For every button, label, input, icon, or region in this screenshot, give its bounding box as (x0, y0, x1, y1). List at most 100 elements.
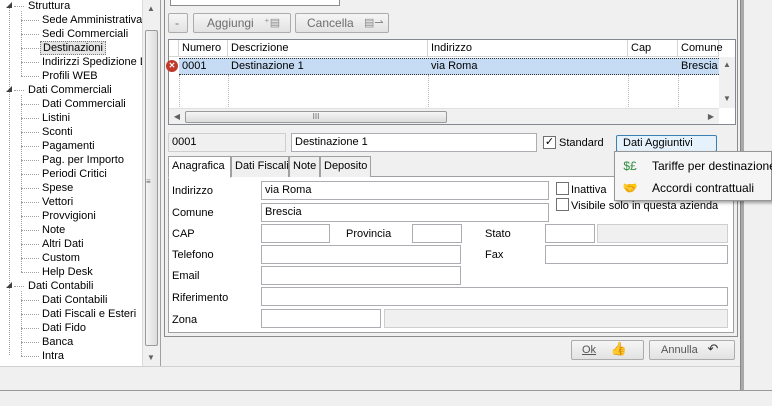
tree-group-label: Struttura (28, 0, 71, 12)
cap-label: CAP (172, 228, 195, 240)
scrollbar-grip-icon: III (312, 112, 320, 121)
grid-column-line (628, 75, 629, 109)
cell-descrizione: Destinazione 1 (231, 60, 304, 72)
tree-item-label: Intra (42, 350, 65, 362)
riferimento-label: Riferimento (172, 292, 229, 304)
thumbs-up-icon: 👍 (610, 341, 628, 356)
tree-item-label: Provvigioni (42, 210, 96, 222)
tree-connector (21, 95, 22, 272)
grid-column-line (228, 75, 229, 109)
provincia-field[interactable] (412, 224, 462, 243)
visibile-checkbox[interactable] (556, 198, 569, 211)
menu-item-accordi[interactable]: 🤝 Accordi contrattuali (617, 177, 771, 199)
scroll-down-arrow-icon[interactable]: ▼ (719, 91, 735, 107)
add-button[interactable]: Aggiungi ⁺▤ (193, 13, 291, 33)
delete-row-icon: ▤⇀ (364, 17, 384, 29)
grid-column-line (428, 75, 429, 109)
scroll-left-arrow-icon[interactable]: ◀ (169, 109, 185, 124)
indirizzo-field[interactable]: via Roma (261, 181, 549, 200)
scroll-down-arrow-icon[interactable]: ▼ (143, 349, 159, 366)
tree-scrollbar[interactable]: ▲ ≡ ▼ (142, 0, 159, 366)
delete-button-label: Cancella (307, 16, 354, 30)
add-button-label: Aggiungi (207, 16, 254, 30)
tariff-icon: $£ (623, 159, 637, 173)
tree-item-label: Custom (42, 252, 80, 264)
grid-header-cap[interactable]: Cap (628, 40, 678, 57)
tab-note[interactable]: Note (289, 156, 320, 177)
riferimento-field[interactable] (261, 287, 728, 306)
grid-header-comune[interactable]: Comune (678, 40, 723, 57)
grid-column-line (179, 75, 180, 109)
window-bottom-frame (0, 390, 772, 406)
grid-horizontal-scrollbar[interactable]: ◀ III ▶ (169, 108, 719, 124)
scrollbar-grip-icon: ≡ (146, 177, 151, 186)
tab-deposito[interactable]: Deposito (320, 156, 371, 177)
tree-item-label: Dati Commerciali (42, 98, 126, 110)
telefono-field[interactable] (261, 245, 461, 264)
tree-item-label: Sconti (42, 126, 73, 138)
stato-field[interactable] (545, 224, 595, 243)
ok-button-label: Ok (582, 344, 597, 356)
cell-comune: Brescia (681, 60, 718, 72)
tree-group-label: Dati Contabili (28, 280, 94, 292)
tree-item-label: Listini (42, 112, 71, 124)
navigation-tree: Struttura Sede Amministrativa Sedi Commerc… (0, 0, 142, 366)
handshake-icon: 🤝 (622, 181, 638, 195)
tree-item-label: Spese (42, 182, 74, 194)
visibile-label: Visibile solo in questa azienda (571, 200, 719, 212)
tree-item-label: Banca (42, 336, 74, 348)
comune-label: Comune (172, 207, 214, 219)
grid-header-numero[interactable]: Numero (179, 40, 228, 57)
inattiva-label: Inattiva (571, 184, 607, 196)
cancel-button[interactable]: Annulla ↶ (649, 340, 735, 360)
grid-header-descrizione[interactable]: Descrizione (228, 40, 428, 57)
description-field[interactable]: Destinazione 1 (291, 133, 537, 152)
tree-connector (21, 11, 22, 76)
email-label: Email (172, 270, 200, 282)
collapse-button[interactable]: - (168, 13, 188, 33)
scroll-right-arrow-icon[interactable]: ▶ (703, 109, 719, 124)
grid-header-indirizzo[interactable]: Indirizzo (428, 40, 628, 57)
extra-data-menu: $£ Tariffe per destinazione 🤝 Accordi co… (614, 151, 772, 201)
fax-field[interactable] (545, 245, 728, 264)
tree-item-label: Help Desk (42, 266, 93, 278)
scroll-up-arrow-icon[interactable]: ▲ (143, 0, 159, 17)
cell-indirizzo: via Roma (431, 60, 478, 72)
tree-item-label: Periodi Critici (42, 168, 107, 180)
stato-label: Stato (485, 228, 511, 240)
grid-column-line (678, 75, 679, 109)
cap-field[interactable] (261, 224, 330, 243)
tree-item-label: Altri Dati (42, 238, 84, 250)
row-status-icon: ✕ (166, 60, 178, 72)
tree-item-label: Dati Fiscali e Esteri (42, 308, 137, 320)
menu-item-tariffe[interactable]: $£ Tariffe per destinazione (617, 155, 772, 177)
tree-item-label: Pag. per Importo (42, 154, 124, 166)
tree-item-label: Profili WEB (42, 70, 98, 82)
extra-data-button[interactable]: Dati Aggiuntivi (616, 135, 717, 152)
comune-field[interactable]: Brescia (261, 203, 549, 222)
cell-cap (628, 59, 678, 74)
delete-button[interactable]: Cancella ▤⇀ (295, 13, 389, 33)
scrollbar-thumb[interactable] (145, 30, 158, 346)
tree-group-label: Dati Commerciali (28, 84, 112, 96)
table-row[interactable]: 0001 Destinazione 1 via Roma Brescia (179, 58, 719, 75)
window-right-frame (740, 0, 772, 406)
zona-field[interactable] (261, 309, 381, 328)
destinations-grid[interactable]: Numero Descrizione Indirizzo Cap Comune … (166, 39, 736, 125)
tab-anagrafica[interactable]: Anagrafica (168, 156, 231, 178)
cell-numero: 0001 (182, 60, 207, 72)
email-field[interactable] (261, 266, 461, 285)
status-bar (0, 366, 740, 390)
ok-button[interactable]: Ok 👍 (571, 340, 644, 360)
grid-vertical-scrollbar[interactable]: ▲ ▼ (719, 57, 735, 108)
top-tab-edge (170, 0, 340, 6)
standard-checkbox[interactable]: ✓ (543, 136, 556, 149)
scrollbar-thumb[interactable]: III (185, 111, 447, 123)
inattiva-checkbox[interactable] (556, 182, 569, 195)
scroll-up-arrow-icon[interactable]: ▲ (719, 57, 735, 73)
code-field[interactable]: 0001 (168, 133, 286, 152)
grid-corner (169, 40, 179, 57)
fax-label: Fax (485, 249, 504, 261)
tab-dati-fiscali[interactable]: Dati Fiscali (231, 156, 289, 177)
tree-item-label: Dati Fido (42, 322, 87, 334)
